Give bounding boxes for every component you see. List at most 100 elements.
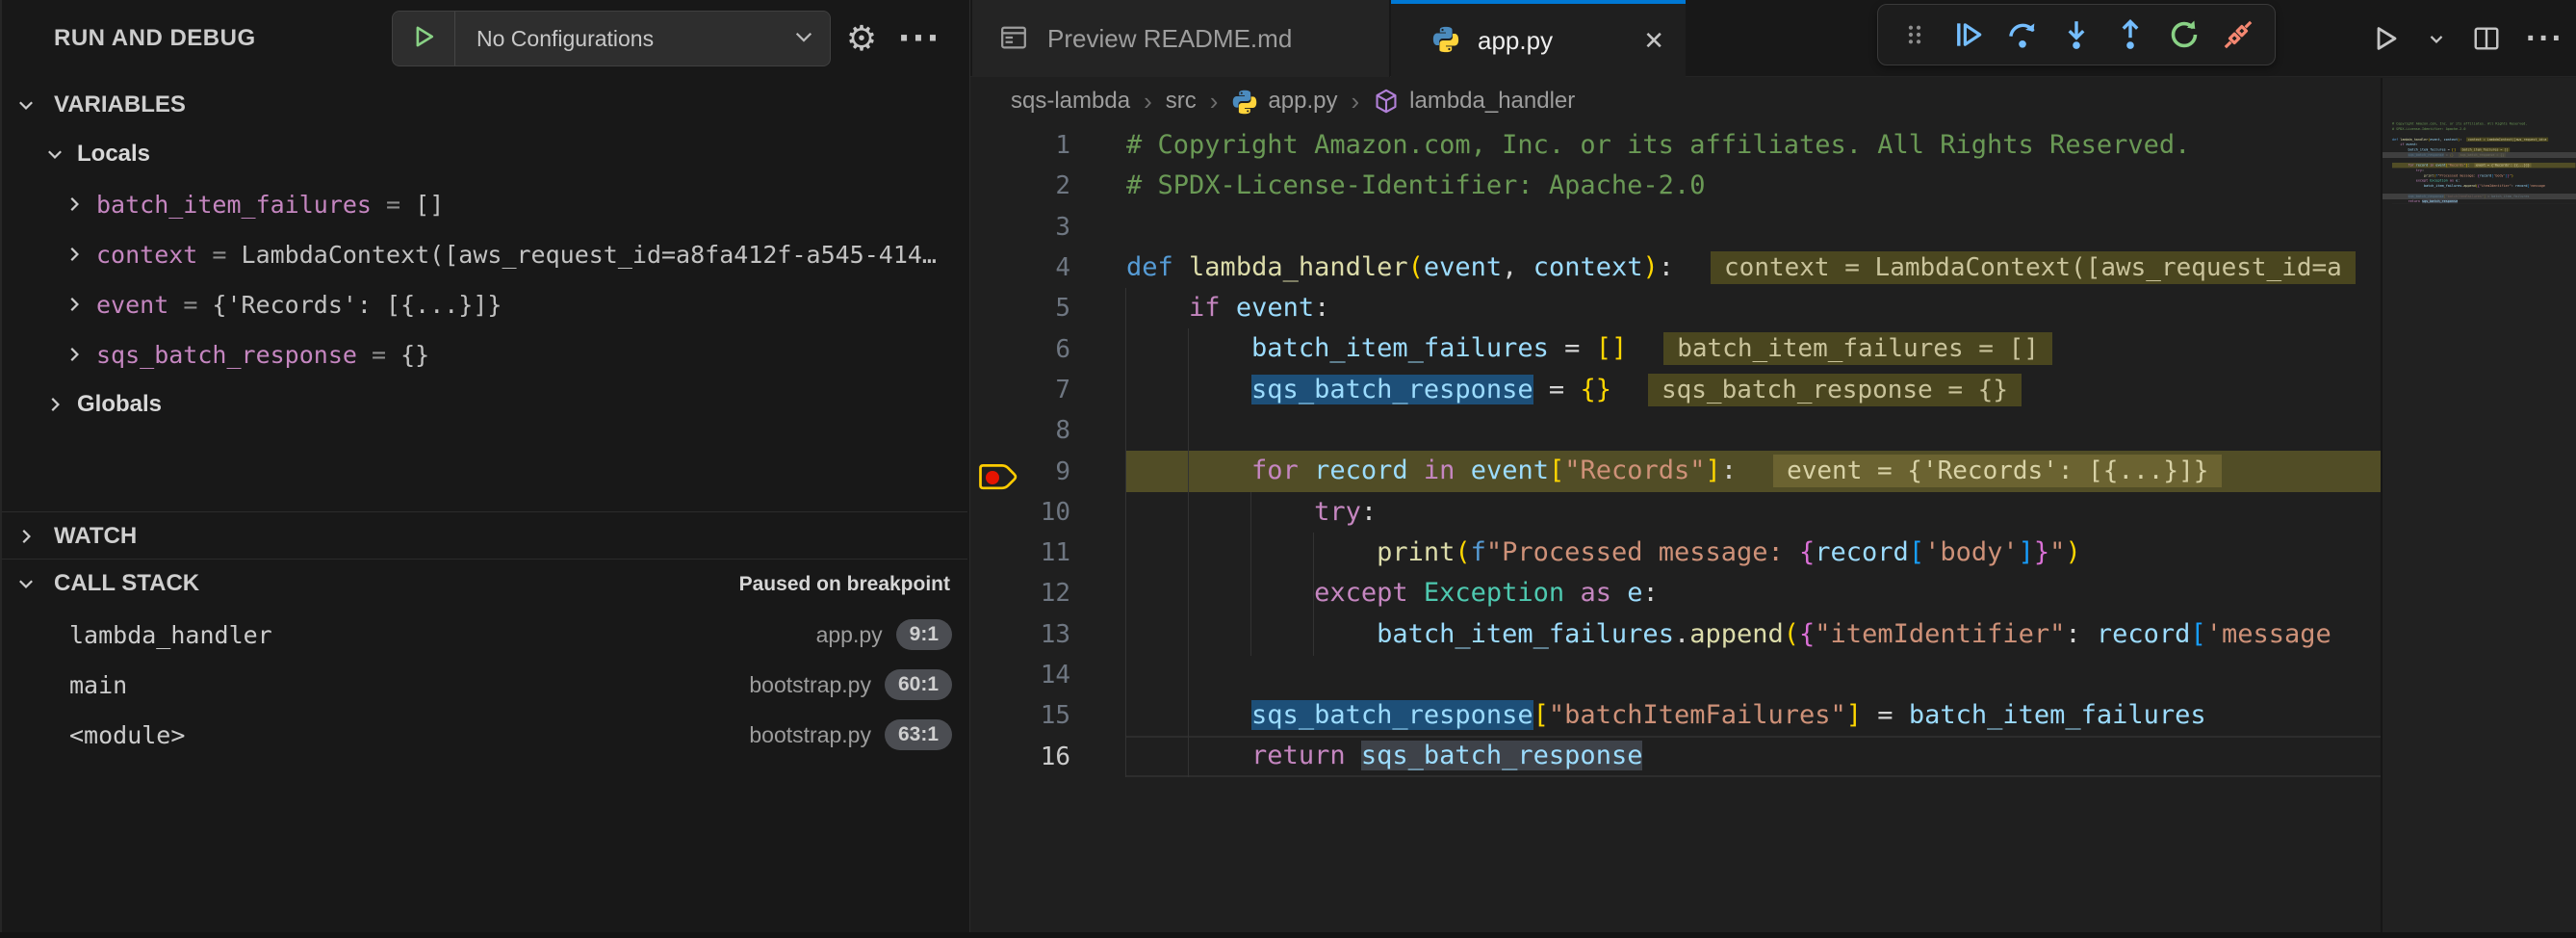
- vscode-window: RUN AND DEBUG No Configurations ⚙ ··· VA…: [0, 0, 2576, 938]
- code-line-12[interactable]: 12 except Exception as e:: [970, 573, 2576, 613]
- minimap-highlight-marker: [2383, 194, 2576, 199]
- close-tab-icon[interactable]: ✕: [1643, 26, 1664, 56]
- split-editor-icon[interactable]: [2472, 24, 2501, 53]
- code-line-13[interactable]: 13 batch_item_failures.append({"itemIden…: [970, 614, 2576, 655]
- code-line-text: sqs_batch_response["batchItemFailures"] …: [1126, 695, 2206, 736]
- toolbar-gripper-icon[interactable]: [1893, 13, 1936, 56]
- line-number: 6: [1055, 335, 1070, 364]
- code-line-15[interactable]: 15 sqs_batch_response["batchItemFailures…: [970, 695, 2576, 736]
- code-line-9[interactable]: 9 for record in event["Records"]:event =…: [970, 451, 2576, 491]
- breadcrumb-folder[interactable]: src: [1166, 88, 1197, 115]
- more-actions-icon[interactable]: ···: [2526, 20, 2564, 58]
- debug-inline-value: context = LambdaContext([aws_request_id=…: [1711, 251, 2356, 284]
- gutter-line-8[interactable]: 8: [970, 416, 1126, 445]
- minimap[interactable]: 1# Copyright Amazon.com, Inc. or its aff…: [2381, 78, 2576, 938]
- chevron-right-icon: [64, 244, 85, 265]
- variable-row[interactable]: event = {'Records': [{...}]}: [2, 279, 967, 329]
- code-line-11[interactable]: 11 print(f"Processed message: {record['b…: [970, 533, 2576, 573]
- code-line-8[interactable]: 8: [970, 410, 2576, 451]
- run-python-file-icon[interactable]: [2370, 23, 2401, 54]
- code-line-14[interactable]: 14: [970, 655, 2576, 695]
- gutter-line-1[interactable]: 1: [970, 131, 1126, 160]
- code-editor[interactable]: 1# Copyright Amazon.com, Inc. or its aff…: [970, 125, 2576, 930]
- gutter-line-13[interactable]: 13: [970, 620, 1126, 649]
- chevron-right-icon: [44, 394, 65, 415]
- minimap-highlight-marker: [2383, 152, 2576, 158]
- code-line-4[interactable]: 4def lambda_handler(event, context):cont…: [970, 248, 2576, 288]
- variable-row[interactable]: sqs_batch_response = {}: [2, 329, 967, 379]
- equals-sign: =: [357, 341, 400, 369]
- code-line-2[interactable]: 2# SPDX-License-Identifier: Apache-2.0: [970, 166, 2576, 206]
- debug-disconnect-icon[interactable]: [2217, 13, 2259, 56]
- gutter-line-16[interactable]: 16: [970, 743, 1126, 771]
- sidebar-header: RUN AND DEBUG No Configurations ⚙ ···: [2, 0, 969, 77]
- code-line-16[interactable]: 16 return sqs_batch_response: [970, 736, 2576, 776]
- code-line-7[interactable]: 7 sqs_batch_response = {}sqs_batch_respo…: [970, 370, 2576, 410]
- gutter-line-6[interactable]: 6: [970, 335, 1126, 364]
- tab-app-py[interactable]: app.py ✕: [1391, 0, 1686, 77]
- chevron-down-icon: [778, 24, 830, 54]
- call-stack-frame[interactable]: <module>bootstrap.py63:1: [2, 710, 967, 760]
- gutter-line-7[interactable]: 7: [970, 376, 1126, 404]
- code-line-6[interactable]: 6 batch_item_failures = []batch_item_fai…: [970, 328, 2576, 369]
- debug-restart-icon[interactable]: [2163, 13, 2205, 56]
- debug-step-out-icon[interactable]: [2109, 13, 2151, 56]
- python-icon: [1431, 25, 1462, 56]
- line-number: 1: [1055, 131, 1070, 160]
- launch-configuration-dropdown[interactable]: No Configurations: [392, 11, 831, 66]
- variable-value: {}: [400, 341, 429, 369]
- gutter-line-12[interactable]: 12: [970, 579, 1126, 608]
- frame-line-column-badge: 60:1: [885, 669, 952, 700]
- variables-section-header[interactable]: VARIABLES: [2, 81, 967, 129]
- gutter-line-9[interactable]: 9: [970, 457, 1126, 486]
- paused-status-badge: Paused on breakpoint: [739, 560, 950, 610]
- variable-value: []: [415, 191, 444, 219]
- variables-list: batch_item_failures = []context = Lambda…: [2, 179, 967, 379]
- call-stack-frame[interactable]: mainbootstrap.py60:1: [2, 660, 967, 710]
- watch-section-header[interactable]: WATCH: [2, 512, 967, 560]
- variable-row[interactable]: context = LambdaContext([aws_request_id=…: [2, 229, 967, 279]
- variable-name: event: [96, 291, 168, 319]
- variable-value: {'Records': [{...}]}: [212, 291, 502, 319]
- code-line-1[interactable]: 1# Copyright Amazon.com, Inc. or its aff…: [970, 125, 2576, 166]
- gutter-line-15[interactable]: 15: [970, 701, 1126, 730]
- code-line-5[interactable]: 5 if event:: [970, 288, 2576, 328]
- window-bottom-edge: [0, 932, 2576, 938]
- breadcrumb-symbol[interactable]: lambda_handler: [1409, 88, 1575, 115]
- breadcrumb-separator: ›: [1144, 87, 1152, 117]
- tab-preview-readme[interactable]: Preview README.md: [972, 0, 1390, 77]
- gutter-line-14[interactable]: 14: [970, 661, 1126, 690]
- run-options-chevron-icon[interactable]: [2426, 28, 2447, 49]
- breadcrumb-file[interactable]: app.py: [1268, 88, 1337, 115]
- debug-step-into-icon[interactable]: [2055, 13, 2098, 56]
- breadcrumb-separator: ›: [1351, 87, 1359, 117]
- frame-line-column-badge: 63:1: [885, 719, 952, 750]
- gutter-line-10[interactable]: 10: [970, 498, 1126, 527]
- gutter-line-11[interactable]: 11: [970, 538, 1126, 567]
- line-number: 16: [1041, 743, 1070, 771]
- gutter-line-3[interactable]: 3: [970, 213, 1126, 242]
- gear-icon[interactable]: ⚙: [837, 0, 886, 77]
- gutter-line-4[interactable]: 4: [970, 253, 1126, 282]
- variable-row[interactable]: batch_item_failures = []: [2, 179, 967, 229]
- python-icon: [1231, 88, 1258, 115]
- debug-continue-icon[interactable]: [1947, 13, 1990, 56]
- call-stack-frame[interactable]: lambda_handlerapp.py9:1: [2, 610, 967, 660]
- debug-start-icon[interactable]: [393, 12, 455, 65]
- debug-inline-value: batch_item_failures = []: [1663, 332, 2052, 365]
- code-line-3[interactable]: 3: [970, 207, 2576, 248]
- call-stack-header-label: CALL STACK: [54, 570, 199, 597]
- more-actions-icon[interactable]: ···: [895, 0, 943, 77]
- scope-locals[interactable]: Locals: [2, 129, 967, 179]
- debug-step-over-icon[interactable]: [2001, 13, 2044, 56]
- scope-globals[interactable]: Globals: [2, 379, 967, 430]
- code-line-10[interactable]: 10 try:: [970, 492, 2576, 533]
- chevron-right-icon: [64, 294, 85, 315]
- configuration-label: No Configurations: [455, 26, 778, 52]
- breakpoint-paused-icon[interactable]: [976, 460, 1024, 495]
- gutter-line-2[interactable]: 2: [970, 171, 1126, 200]
- breadcrumb-folder[interactable]: sqs-lambda: [1011, 88, 1130, 115]
- gutter-line-5[interactable]: 5: [970, 294, 1126, 323]
- chevron-right-icon: [15, 526, 37, 547]
- equals-sign: =: [372, 191, 415, 219]
